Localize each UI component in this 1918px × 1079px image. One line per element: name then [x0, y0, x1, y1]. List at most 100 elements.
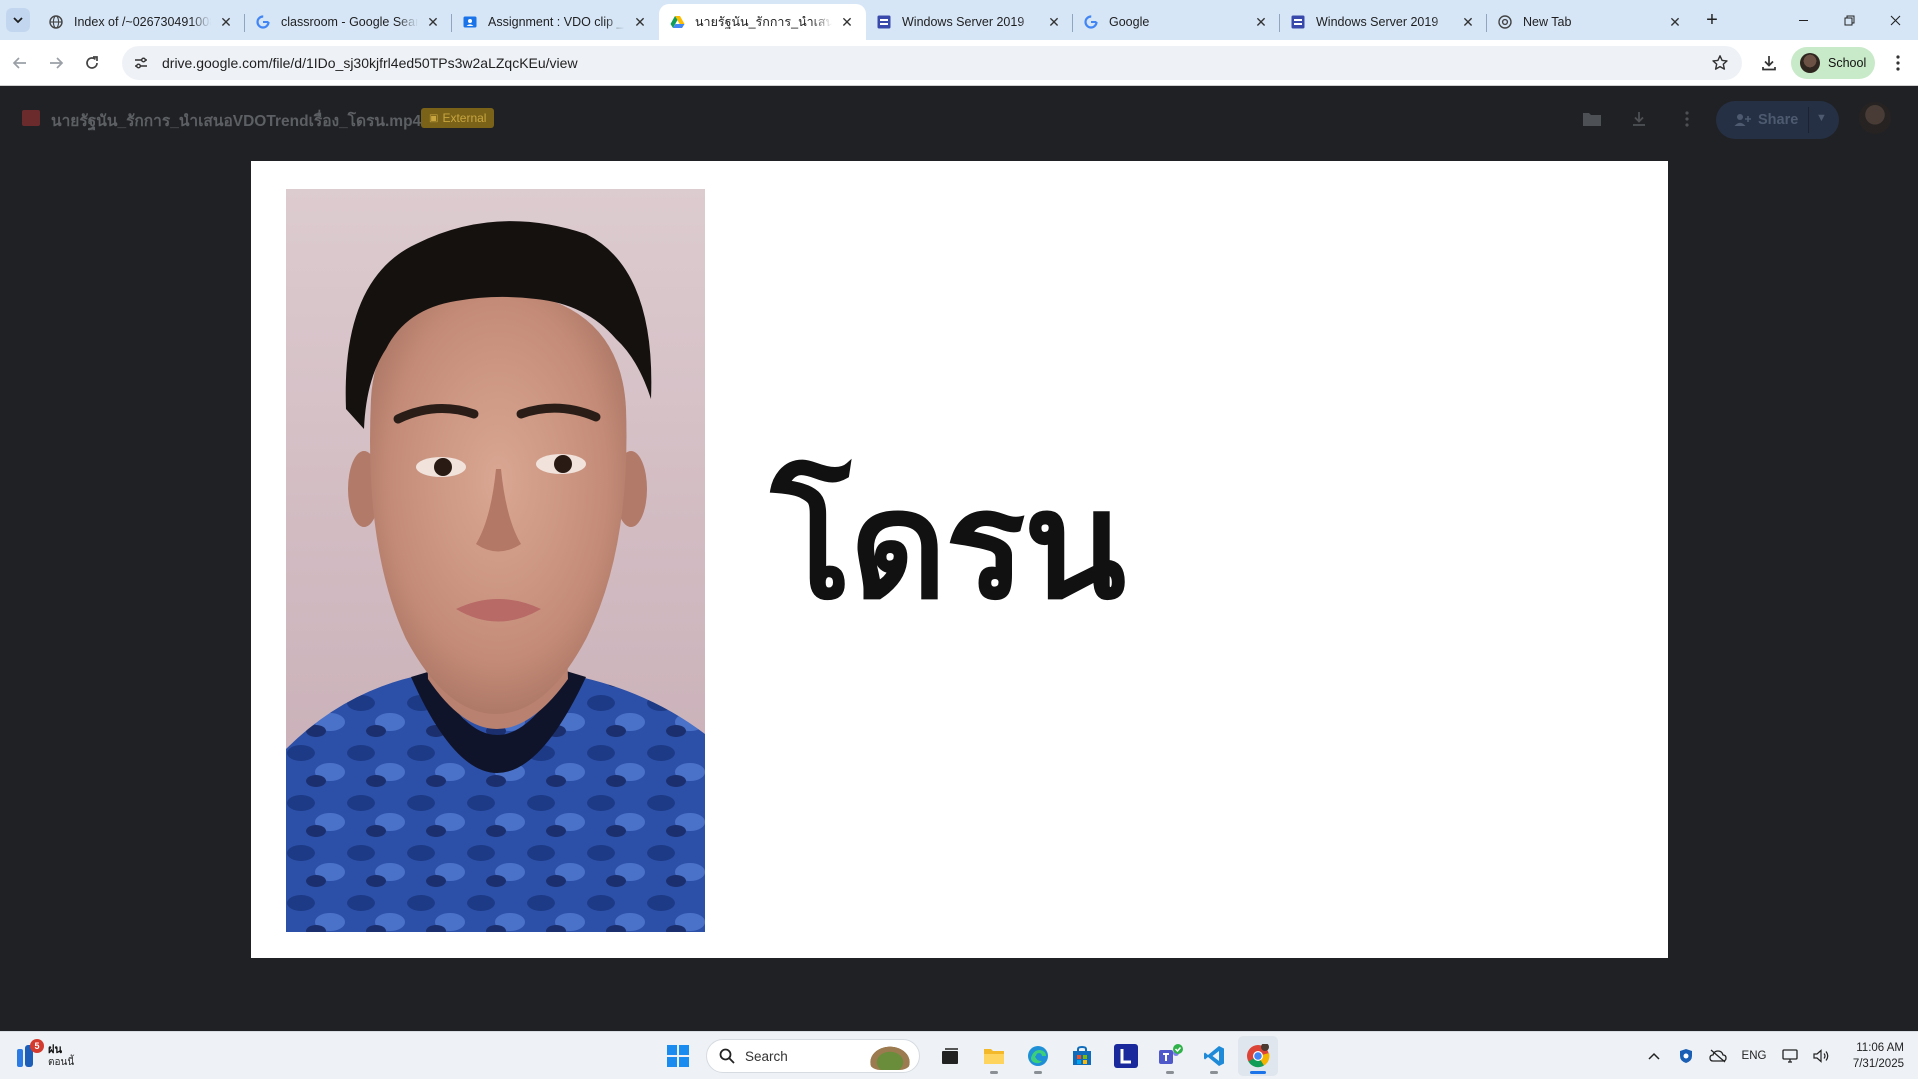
- external-badge: ▣ External: [421, 108, 495, 128]
- tab-windows-server-2[interactable]: Windows Server 2019 ✕: [1280, 4, 1487, 40]
- onedrive-tray-button[interactable]: [1702, 1040, 1734, 1072]
- clock-date: 7/31/2025: [1852, 1058, 1904, 1070]
- tab-title: นายรัฐนัน_รักการ_นำเสนอVDOTrend: [695, 15, 832, 29]
- edge-button[interactable]: [1018, 1036, 1058, 1076]
- tab-new-tab[interactable]: New Tab ✕: [1487, 4, 1694, 40]
- more-actions-button[interactable]: [1675, 107, 1699, 131]
- close-icon[interactable]: ✕: [1666, 13, 1684, 31]
- tab-title: classroom - Google Search: [281, 15, 418, 29]
- edge-icon: [1028, 1046, 1048, 1066]
- running-indicator: [1166, 1071, 1174, 1074]
- download-file-button[interactable]: [1627, 107, 1651, 131]
- window-controls: [1780, 0, 1918, 40]
- minimize-icon: [1798, 19, 1808, 21]
- forms-icon: [876, 14, 892, 30]
- start-button[interactable]: [658, 1036, 698, 1076]
- add-to-drive-button[interactable]: [1580, 107, 1604, 131]
- close-icon[interactable]: ✕: [838, 13, 856, 31]
- task-view-button[interactable]: [930, 1036, 970, 1076]
- chrome-button[interactable]: [1238, 1036, 1278, 1076]
- tab-drive-video[interactable]: นายรัฐนัน_รักการ_นำเสนอVDOTrend ✕: [659, 4, 866, 40]
- teams-button[interactable]: [1150, 1036, 1190, 1076]
- restore-button[interactable]: [1826, 0, 1872, 40]
- video-file-icon: [22, 110, 40, 126]
- windows-logo-icon: [667, 1045, 689, 1067]
- video-player[interactable]: โดรน: [251, 161, 1668, 958]
- plus-icon: +: [1706, 8, 1718, 31]
- back-arrow-icon: [12, 57, 26, 69]
- taskbar-search[interactable]: Search: [706, 1039, 920, 1073]
- account-avatar[interactable]: [1859, 102, 1891, 134]
- shield-icon: [1680, 1049, 1692, 1063]
- forward-button[interactable]: [44, 51, 68, 75]
- weather-icon: 5: [14, 1039, 44, 1069]
- close-icon[interactable]: ✕: [1045, 13, 1063, 31]
- microsoft-store-button[interactable]: [1062, 1036, 1102, 1076]
- share-button[interactable]: Share ▼: [1716, 101, 1839, 139]
- show-hidden-icons-button[interactable]: [1638, 1040, 1670, 1072]
- browser-menu-button[interactable]: [1886, 51, 1910, 75]
- weather-time: ตอนนี้: [48, 1056, 75, 1068]
- tab-index[interactable]: Index of /~026730491008 ✕: [38, 4, 245, 40]
- tab-classroom-search[interactable]: classroom - Google Search ✕: [245, 4, 452, 40]
- tab-assignment[interactable]: Assignment : VDO clip _ Trend ✕: [452, 4, 659, 40]
- weather-condition: ฝน: [48, 1043, 62, 1056]
- close-icon[interactable]: ✕: [424, 13, 442, 31]
- minimize-button[interactable]: [1780, 0, 1826, 40]
- tab-title: Windows Server 2019: [1316, 15, 1439, 29]
- app-l-button[interactable]: [1106, 1036, 1146, 1076]
- vscode-icon: [1204, 1046, 1224, 1066]
- new-tab-button[interactable]: +: [1700, 8, 1724, 32]
- vscode-button[interactable]: [1194, 1036, 1234, 1076]
- close-window-button[interactable]: [1872, 0, 1918, 40]
- weather-bar: [17, 1049, 23, 1067]
- weather-widget[interactable]: 5 ฝน ตอนนี้: [14, 1039, 74, 1072]
- clock-time: 11:06 AM: [1856, 1041, 1904, 1054]
- close-icon[interactable]: ✕: [217, 13, 235, 31]
- network-button[interactable]: [1774, 1040, 1806, 1072]
- site-info-icon[interactable]: [128, 50, 154, 76]
- video-overlay-text: โดรน: [771, 459, 1126, 633]
- close-icon[interactable]: ✕: [1252, 13, 1270, 31]
- cloud-offline-icon: [1709, 1049, 1727, 1063]
- download-icon: [1762, 56, 1776, 71]
- tab-search-button[interactable]: [6, 8, 30, 32]
- profile-chip[interactable]: School: [1791, 47, 1875, 79]
- bookmark-star-icon[interactable]: [1710, 53, 1730, 73]
- clock[interactable]: 11:06 AM 7/31/2025: [1838, 1040, 1918, 1072]
- search-label: Search: [745, 1048, 788, 1064]
- input-language[interactable]: ENG: [1734, 1040, 1774, 1072]
- classroom-icon: [462, 14, 478, 30]
- add-person-icon: [1734, 114, 1751, 126]
- more-vert-icon: [1685, 111, 1689, 127]
- system-tray: ENG 11:06 AM 7/31/2025: [1638, 1032, 1918, 1079]
- profile-label: School: [1828, 56, 1867, 70]
- forms-icon: [1290, 14, 1306, 30]
- tab-list: Index of /~026730491008 ✕ classroom - Go…: [38, 4, 1694, 40]
- chevron-up-icon: [1648, 1052, 1660, 1060]
- chevron-down-icon[interactable]: ▼: [1816, 112, 1827, 124]
- search-highlight-image: [867, 1044, 913, 1070]
- google-icon: [255, 14, 271, 30]
- file-explorer-button[interactable]: [974, 1036, 1014, 1076]
- security-tray-button[interactable]: [1670, 1040, 1702, 1072]
- weather-text: ฝน ตอนนี้: [48, 1044, 74, 1068]
- reload-button[interactable]: [80, 51, 104, 75]
- close-icon[interactable]: ✕: [631, 13, 649, 31]
- downloads-button[interactable]: [1757, 51, 1781, 75]
- reload-icon: [86, 56, 98, 69]
- url-text[interactable]: drive.google.com/file/d/1IDo_sj30kjfrl4e…: [162, 55, 578, 71]
- file-name: นายรัฐนัน_รักการ_นำเสนอVDOTrendเรื่อง_โด…: [51, 113, 422, 130]
- tab-google[interactable]: Google ✕: [1073, 4, 1280, 40]
- tab-windows-server-1[interactable]: Windows Server 2019 ✕: [866, 4, 1073, 40]
- running-indicator: [1210, 1071, 1218, 1074]
- speaker-icon: [1813, 1049, 1829, 1063]
- drive-file-viewer: นายรัฐนัน_รักการ_นำเสนอVDOTrendเรื่อง_โด…: [0, 87, 1918, 1031]
- restore-icon: [1844, 15, 1854, 25]
- globe-icon: [48, 14, 64, 30]
- running-indicator: [1034, 1071, 1042, 1074]
- volume-button[interactable]: [1806, 1040, 1838, 1072]
- close-icon[interactable]: ✕: [1459, 13, 1477, 31]
- back-button[interactable]: [8, 51, 32, 75]
- address-bar[interactable]: drive.google.com/file/d/1IDo_sj30kjfrl4e…: [122, 46, 1742, 80]
